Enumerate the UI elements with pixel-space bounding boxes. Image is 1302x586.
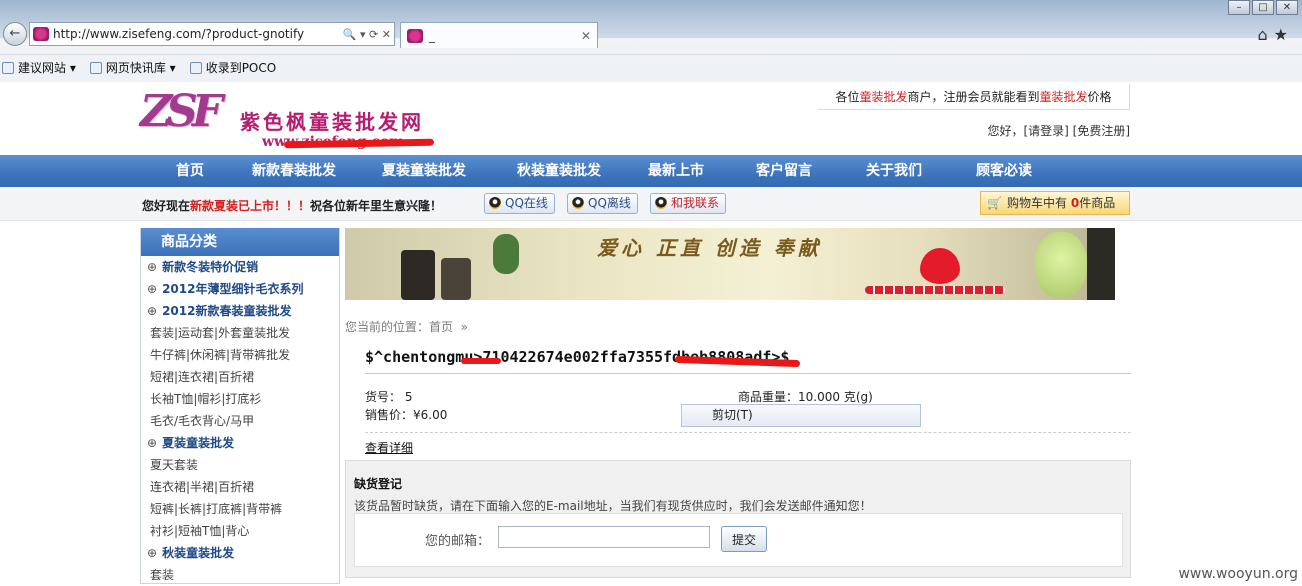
banner-cactus (493, 234, 519, 274)
category-sidebar: 商品分类 新款冬装特价促销2012年薄型细针毛衣系列2012新款春装童装批发套装… (140, 228, 340, 584)
fav-suggested-sites[interactable]: 建议网站 ▾ (2, 59, 76, 76)
info-bar: 您好现在新款夏装已上市！！！祝各位新年里生意兴隆！ QQ在线 QQ离线 和我联系… (0, 187, 1302, 221)
breadcrumb: 您当前的位置：首页 » (345, 318, 468, 335)
contact-button[interactable]: 和我联系 (650, 193, 726, 214)
sidebar-subcategory[interactable]: 毛衣/毛衣背心/马甲 (147, 410, 339, 432)
sidebar-subcategory[interactable]: 短裙|连衣裙|百折裙 (147, 366, 339, 388)
address-controls[interactable]: 🔍 ▾ ⟳ ✕ (340, 28, 394, 41)
address-bar[interactable]: http://www.zisefeng.com/?product-gnotify… (29, 22, 395, 46)
qq-online-button[interactable]: QQ在线 (484, 193, 555, 214)
greeting-text: 您好现在新款夏装已上市！！！祝各位新年里生意兴隆！ (142, 197, 442, 214)
sidebar-subcategory[interactable]: 衬衫|短袖T恤|背心 (147, 520, 339, 542)
sidebar-category[interactable]: 2012新款春装童装批发 (147, 300, 339, 322)
sidebar-subcategory[interactable]: 连衣裙|半裙|百折裙 (147, 476, 339, 498)
breadcrumb-home-link[interactable]: 首页 (429, 320, 453, 334)
logo-name[interactable]: 紫色枫童装批发网 (240, 106, 424, 135)
site-header: ZSF 紫色枫童装批发网 www.zisefeng.com 各位童装批发商户，注… (140, 82, 1130, 154)
site-favicon-icon (33, 27, 49, 41)
heart-icon (920, 248, 960, 284)
submit-button[interactable]: 提交 (721, 526, 767, 552)
notice-banner: 各位童装批发商户，注册会员就能看到童装批发价格 (818, 84, 1130, 110)
page-icon (190, 62, 202, 74)
fav-poco[interactable]: 收录到POCO (190, 59, 277, 76)
minimize-button[interactable]: – (1228, 0, 1250, 15)
banner-pot (441, 258, 471, 300)
window-controls: – □ ✕ (1226, 0, 1298, 15)
nav-summer[interactable]: 夏装童装批发 (368, 155, 511, 187)
oos-form: 您的邮箱： 提交 (354, 513, 1123, 567)
price-row: 销售价：¥6.00 (365, 406, 447, 423)
logo-mark[interactable]: ZSF (140, 86, 238, 154)
sidebar-subcategory[interactable]: 套装 (147, 564, 339, 586)
favorites-bar: 建议网站 ▾ 网页快讯库 ▾ 收录到POCO (0, 54, 1302, 80)
nav-messages[interactable]: 客户留言 (756, 155, 866, 187)
sidebar-subcategory[interactable]: 长袖T恤|帽衫|打底衫 (147, 388, 339, 410)
main-nav: 首页 新款春装批发 夏装童装批发 秋装童装批发 最新上市 客户留言 关于我们 顾… (0, 155, 1302, 187)
login-links[interactable]: 您好，[请登录] [免费注册] (987, 122, 1130, 139)
browser-tab[interactable]: _ ✕ (400, 22, 598, 48)
cart-status[interactable]: 购物车中有 0件商品 (980, 191, 1130, 215)
sidebar-subcategory[interactable]: 夏天套装 (147, 454, 339, 476)
category-list: 新款冬装特价促销2012年薄型细针毛衣系列2012新款春装童装批发套装|运动套|… (141, 256, 339, 586)
watermark: www.wooyun.org (1178, 566, 1298, 582)
sidebar-category[interactable]: 2012年薄型细针毛衣系列 (147, 278, 339, 300)
nav-autumn[interactable]: 秋装童装批发 (511, 155, 648, 187)
maximize-button[interactable]: □ (1252, 0, 1274, 15)
view-detail-link[interactable]: 查看详细 (365, 432, 1131, 456)
sidebar-category[interactable]: 新款冬装特价促销 (147, 256, 339, 278)
sidebar-subcategory[interactable]: 套装|运动套|外套童装批发 (147, 322, 339, 344)
email-input[interactable] (498, 526, 710, 548)
sidebar-subcategory[interactable]: 牛仔裤|休闲裤|背带裤批发 (147, 344, 339, 366)
oos-text: 该货品暂时缺货，请在下面输入您的E-mail地址，当我们有现货供应时，我们会发送… (354, 497, 872, 514)
product-title: $^chentongmu>710422674e002ffa7355fdbeb88… (365, 348, 1131, 374)
page-icon (2, 62, 14, 74)
sidebar-category[interactable]: 夏装童装批发 (147, 432, 339, 454)
nav-home[interactable]: 首页 (176, 155, 252, 187)
sidebar-title: 商品分类 (141, 228, 339, 256)
browser-chrome: ← http://www.zisefeng.com/?product-gnoti… (0, 0, 1302, 82)
banner-slogan: 爱心 正直 创造 奉献 (597, 232, 822, 261)
context-menu-cut[interactable]: 剪切(T) (681, 404, 921, 427)
weight-row: 商品重量：10.000 克(g) (738, 388, 873, 405)
nav-about[interactable]: 关于我们 (866, 155, 976, 187)
page-icon (90, 62, 102, 74)
logo-url: www.zisefeng.com (262, 134, 404, 150)
nav-guide[interactable]: 顾客必读 (976, 155, 1066, 187)
tab-favicon-icon (407, 29, 423, 43)
fav-web-slice[interactable]: 网页快讯库 ▾ (90, 59, 176, 76)
main-content: 爱心 正直 创造 奉献 您当前的位置：首页 » $^chentongmu>710… (345, 228, 1131, 584)
promo-banner: 爱心 正直 创造 奉献 (345, 228, 1115, 300)
sidebar-subcategory[interactable]: 短裤|长裤|打底裤|背带裤 (147, 498, 339, 520)
close-tab-icon[interactable]: ✕ (581, 29, 597, 43)
nav-new[interactable]: 最新上市 (648, 155, 756, 187)
tab-title: _ (429, 29, 581, 43)
home-star-icons[interactable]: ⌂★ (1258, 25, 1295, 44)
redaction-mark (284, 139, 434, 149)
banner-pig (1035, 232, 1087, 298)
close-window-button[interactable]: ✕ (1276, 0, 1298, 15)
qq-offline-button[interactable]: QQ离线 (567, 193, 638, 214)
banner-pot (401, 250, 435, 300)
site-page: ZSF 紫色枫童装批发网 www.zisefeng.com 各位童装批发商户，注… (0, 82, 1302, 584)
out-of-stock-panel: 缺货登记 该货品暂时缺货，请在下面输入您的E-mail地址，当我们有现货供应时，… (345, 460, 1131, 578)
back-button[interactable]: ← (3, 22, 27, 46)
oos-title: 缺货登记 (354, 475, 402, 492)
sidebar-category[interactable]: 秋装童装批发 (147, 542, 339, 564)
banner-box (1087, 228, 1115, 300)
sku-row: 货号： 5 (365, 388, 412, 405)
email-label: 您的邮箱： (425, 530, 490, 549)
redaction-mark (461, 358, 501, 364)
nav-spring[interactable]: 新款春装批发 (252, 155, 368, 187)
url-text[interactable]: http://www.zisefeng.com/?product-gnotify (53, 27, 340, 41)
banner-beads (865, 286, 1005, 294)
